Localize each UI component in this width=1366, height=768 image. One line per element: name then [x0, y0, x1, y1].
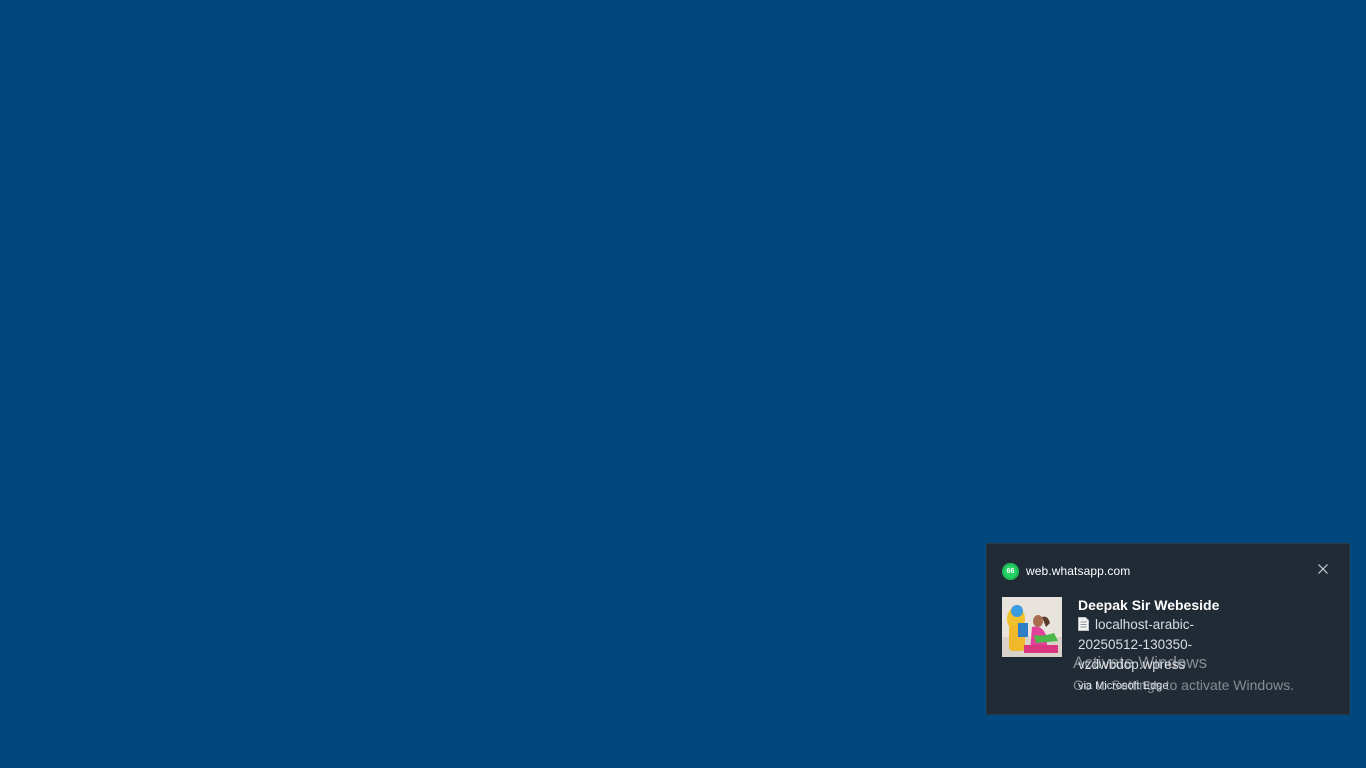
notification-header: 66 web.whatsapp.com — [1002, 562, 1130, 580]
message-body: localhost-arabic-20250512-130350-vzdwbdo… — [1078, 617, 1195, 672]
notification-toast[interactable]: 66 web.whatsapp.com Deepak Sir Webeside — [986, 543, 1350, 715]
whatsapp-icon: 66 — [1002, 562, 1019, 580]
close-button[interactable] — [1315, 561, 1331, 577]
close-icon — [1318, 564, 1328, 574]
avatar-image — [1002, 597, 1062, 657]
app-name: web.whatsapp.com — [1026, 564, 1131, 578]
via-source: via Microsoft Edge — [1078, 680, 1169, 692]
sender-avatar — [1002, 597, 1062, 657]
document-icon — [1078, 617, 1089, 631]
sender-name: Deepak Sir Webeside — [1078, 597, 1220, 613]
message-text: localhost-arabic-20250512-130350-vzdwbdo… — [1078, 615, 1258, 675]
notification-content: Deepak Sir Webeside localhost-arabic-202… — [1078, 595, 1328, 694]
